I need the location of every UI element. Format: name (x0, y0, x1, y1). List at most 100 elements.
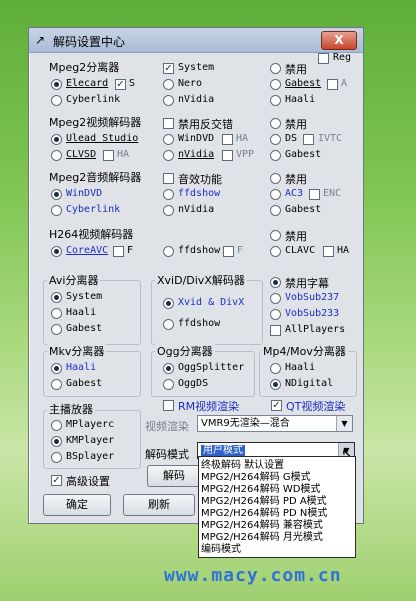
mpeg2-video-ha1-checkbox[interactable] (103, 150, 114, 161)
mpeg2-video-ivtc-checkbox[interactable] (303, 134, 314, 145)
mpeg2-audio-nvidia-radio[interactable] (163, 205, 174, 216)
mpeg2-audio-disable-radio[interactable] (270, 173, 281, 184)
mpeg2-audio-enc-label: ENC (323, 188, 342, 199)
mpeg2-audio-windvd-radio[interactable] (51, 189, 62, 200)
ogg-oggds-radio[interactable] (163, 379, 174, 390)
video-render-value: VMR9无渲染—混合 (201, 418, 290, 429)
mpeg2-video-vpp-checkbox[interactable] (222, 150, 233, 161)
mpeg2-splitter-nero-label: Nero (178, 78, 203, 89)
disable-deinterlace-label: 禁用反交错 (178, 118, 233, 131)
sound-effect-checkbox[interactable] (163, 173, 174, 184)
mpeg2-video-ds-radio[interactable] (270, 134, 281, 145)
mkv-haali-radio[interactable] (51, 363, 62, 374)
allplayers-checkbox[interactable] (270, 325, 281, 336)
h264-clavc-radio[interactable] (270, 246, 281, 257)
mp4-ndigital-radio[interactable] (270, 379, 281, 390)
reg-label: Reg (333, 52, 352, 63)
h264-disable-radio[interactable] (270, 230, 281, 241)
mpeg2-video-nvidia-radio[interactable] (163, 150, 174, 161)
mpeg2-splitter-gabest-radio[interactable] (270, 79, 281, 90)
mpeg2-splitter-system-checkbox[interactable]: ✓ (163, 63, 174, 74)
dropdown-item[interactable]: MPG2/H264解码 G模式 (201, 472, 311, 483)
mpeg2-splitter-haali-radio[interactable] (270, 95, 281, 106)
decoder-settings-window: ↗ 解码设置中心 X Mpeg2分离器 Reg Elecard ✓ S Cybe… (28, 27, 364, 524)
mpeg2-audio-enc-checkbox[interactable] (309, 189, 320, 200)
dropdown-item[interactable]: MPG2/H264解码 PD A模式 (201, 496, 327, 507)
mpeg2-video-gabest-label: Gabest (285, 149, 322, 160)
mp4-haali-radio[interactable] (270, 363, 281, 374)
mpeg2-splitter-a-checkbox[interactable] (327, 79, 338, 90)
mpeg2-video-windvd-radio[interactable] (163, 134, 174, 145)
mpeg2-splitter-s-label: S (129, 78, 136, 89)
mpeg2-audio-ffdshow-label: ffdshow (178, 188, 221, 199)
player-bsplayer-radio[interactable] (51, 452, 62, 463)
avi-splitter-label: Avi分离器 (47, 272, 101, 288)
mpeg2-audio-cyberlink-radio[interactable] (51, 205, 62, 216)
h264-ha-checkbox[interactable] (323, 246, 334, 257)
mpeg2-splitter-disable-radio[interactable] (270, 63, 281, 74)
mpeg2-video-nvidia-label: nVidia (178, 149, 215, 160)
mpeg2-audio-ac3-radio[interactable] (270, 189, 281, 200)
player-mplayerc-radio[interactable] (51, 420, 62, 431)
refresh-button[interactable]: 刷新 (123, 494, 195, 516)
mpeg2-video-disable-radio[interactable] (270, 118, 281, 129)
vobsub237-radio[interactable] (270, 293, 281, 304)
dropdown-item[interactable]: MPG2/H264解码 月光模式 (201, 532, 323, 543)
mpeg2-splitter-nero-radio[interactable] (163, 79, 174, 90)
ogg-oggsplitter-radio[interactable] (163, 363, 174, 374)
mpeg2-video-ivtc-label: IVTC (318, 133, 343, 144)
dropdown-item[interactable]: MPG2/H264解码 WD模式 (201, 484, 321, 495)
mpeg2-audio-gabest-radio[interactable] (270, 205, 281, 216)
qt-render-checkbox[interactable]: ✓ (271, 400, 282, 411)
mpeg2-video-gabest-radio[interactable] (270, 150, 281, 161)
xvid-ffdshow-radio[interactable] (163, 319, 174, 330)
decode-mode-label: 解码模式 (145, 448, 189, 461)
avi-system-radio[interactable] (51, 292, 62, 303)
video-render-select[interactable]: VMR9无渲染—混合 ▼ (197, 415, 353, 432)
advanced-settings-checkbox[interactable]: ✓ (51, 475, 62, 486)
mpeg2-video-label: Mpeg2视频解码器 (49, 116, 142, 129)
dropdown-item[interactable]: MPG2/H264解码 PD N模式 (201, 508, 327, 519)
mpeg2-video-ha2-checkbox[interactable] (222, 134, 233, 145)
mpeg2-splitter-nvidia-label: nVidia (178, 94, 215, 105)
rm-render-label: RM视频渲染 (178, 400, 240, 413)
mpeg2-audio-windvd-label: WinDVD (66, 188, 103, 199)
mkv-gabest-radio[interactable] (51, 379, 62, 390)
ogg-oggds-label: OggDS (178, 378, 209, 389)
avi-gabest-radio[interactable] (51, 324, 62, 335)
mkv-haali-label: Haali (66, 362, 97, 373)
h264-f2-checkbox[interactable] (223, 246, 234, 257)
mpeg2-video-clvsd-radio[interactable] (51, 150, 62, 161)
mpeg2-splitter-label: Mpeg2分离器 (49, 61, 120, 74)
app-icon: ↗ (35, 33, 46, 47)
xvid-divx-radio[interactable] (163, 298, 174, 309)
mpeg2-splitter-elecard-radio[interactable] (51, 79, 62, 90)
decode-button[interactable]: 解码 (147, 465, 201, 487)
mpeg2-video-windvd-label: WinDVD (178, 133, 215, 144)
h264-f1-checkbox[interactable] (113, 246, 124, 257)
h264-ffdshow-radio[interactable] (163, 246, 174, 257)
mpeg2-splitter-s-checkbox[interactable]: ✓ (115, 79, 126, 90)
mpeg2-video-ulead-radio[interactable] (51, 134, 62, 145)
rm-render-checkbox[interactable] (163, 400, 174, 411)
vobsub233-radio[interactable] (270, 309, 281, 320)
mpeg2-splitter-cyberlink-radio[interactable] (51, 95, 62, 106)
mpeg2-audio-cyberlink-label: Cyberlink (66, 204, 121, 215)
mpeg2-splitter-nvidia-radio[interactable] (163, 95, 174, 106)
mpeg2-audio-ffdshow-radio[interactable] (163, 189, 174, 200)
disable-subtitle-radio[interactable] (270, 277, 281, 288)
dropdown-item[interactable]: 编码模式 (201, 544, 241, 555)
close-button[interactable]: X (321, 31, 357, 50)
player-mplayerc-label: MPlayerc (66, 419, 115, 430)
reg-checkbox[interactable] (318, 53, 329, 64)
disable-deinterlace-checkbox[interactable] (163, 118, 174, 129)
dropdown-item[interactable]: 终极解码 默认设置 (201, 460, 284, 471)
vobsub237-label: VobSub237 (285, 292, 340, 303)
dropdown-item[interactable]: MPG2/H264解码 兼容模式 (201, 520, 323, 531)
ok-button[interactable]: 确定 (43, 494, 111, 516)
player-kmplayer-radio[interactable] (51, 436, 62, 447)
title-bar: ↗ 解码设置中心 X (29, 28, 363, 53)
h264-coreavc-radio[interactable] (51, 246, 62, 257)
mkv-splitter-label: Mkv分离器 (47, 343, 107, 359)
avi-haali-radio[interactable] (51, 308, 62, 319)
